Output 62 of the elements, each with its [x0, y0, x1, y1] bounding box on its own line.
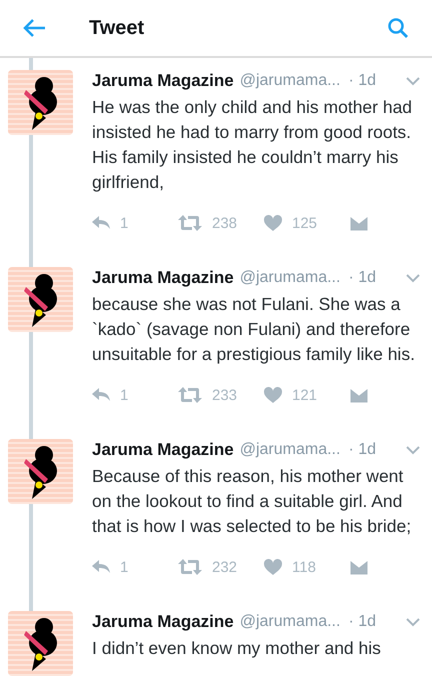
message-button[interactable]	[350, 388, 368, 402]
like-count: 121	[292, 386, 318, 404]
search-icon	[387, 17, 409, 39]
reply-icon	[92, 388, 110, 402]
message-button[interactable]	[350, 216, 368, 230]
tweet-text: because she was not Fulani. She was a `kado` (savage non Fulani) and therefore unsuitable for a prestigious family like his.	[92, 293, 416, 366]
tweet-text: I didn’t even know my mother and his	[92, 637, 382, 660]
tweet-text: He was the only child and his mother had insisted he had to marry from good roots. His family insisted he couldn’t marry his girlfriend,	[92, 96, 414, 194]
envelope-icon	[350, 216, 368, 230]
tweet-time: · 1d	[348, 269, 378, 287]
tweet-text: Because of this reason, his mother went on the lookout to find a suitable girl. And that is how I was selected to be his bride;	[92, 465, 412, 538]
heart-icon	[264, 387, 282, 403]
tweet-time: · 1d	[348, 441, 378, 459]
envelope-icon	[350, 560, 368, 574]
search-button[interactable]	[387, 17, 409, 39]
author-name[interactable]: Jaruma Magazine	[92, 440, 234, 460]
reply-count: 1	[120, 558, 128, 576]
reply-icon	[92, 216, 110, 230]
tweet-time: · 1d	[348, 72, 378, 90]
like-count: 118	[292, 558, 316, 576]
more-button[interactable]	[406, 274, 420, 282]
reply-button[interactable]	[92, 560, 110, 574]
retweet-icon	[178, 559, 202, 575]
author-name[interactable]: Jaruma Magazine	[92, 71, 234, 91]
like-button[interactable]	[264, 387, 282, 403]
heart-icon	[264, 215, 282, 231]
retweet-icon	[178, 387, 202, 403]
heart-icon	[264, 559, 282, 575]
like-button[interactable]	[264, 215, 282, 231]
chevron-down-icon	[406, 274, 420, 282]
reply-count: 1	[120, 386, 128, 404]
reply-button[interactable]	[92, 216, 110, 230]
author-handle: @jarumama...	[240, 72, 340, 90]
more-button[interactable]	[406, 76, 420, 86]
author-name[interactable]: Jaruma Magazine	[92, 612, 234, 632]
author-handle: @jarumama...	[240, 269, 340, 287]
retweet-count: 238	[212, 214, 238, 232]
like-button[interactable]	[264, 559, 282, 575]
message-button[interactable]	[350, 560, 368, 574]
chevron-down-icon	[406, 446, 420, 454]
back-arrow-icon	[22, 18, 46, 38]
chevron-down-icon	[406, 618, 420, 626]
retweet-button[interactable]	[178, 387, 202, 403]
retweet-icon	[178, 215, 202, 231]
author-name[interactable]: Jaruma Magazine	[92, 268, 234, 288]
reply-count: 1	[120, 214, 128, 232]
reply-button[interactable]	[92, 388, 110, 402]
tweet-time: · 1d	[348, 613, 378, 631]
more-button[interactable]	[406, 618, 420, 626]
author-handle: @jarumama...	[240, 441, 340, 459]
retweet-button[interactable]	[178, 215, 202, 231]
retweet-button[interactable]	[178, 559, 202, 575]
author-handle: @jarumama...	[240, 613, 340, 631]
envelope-icon	[350, 388, 368, 402]
chevron-down-icon	[406, 76, 420, 86]
back-button[interactable]	[22, 18, 46, 38]
more-button[interactable]	[406, 446, 420, 454]
retweet-count: 233	[212, 386, 238, 404]
like-count: 125	[292, 214, 318, 232]
page-title: Tweet	[89, 16, 146, 40]
retweet-count: 232	[212, 558, 238, 576]
reply-icon	[92, 560, 110, 574]
